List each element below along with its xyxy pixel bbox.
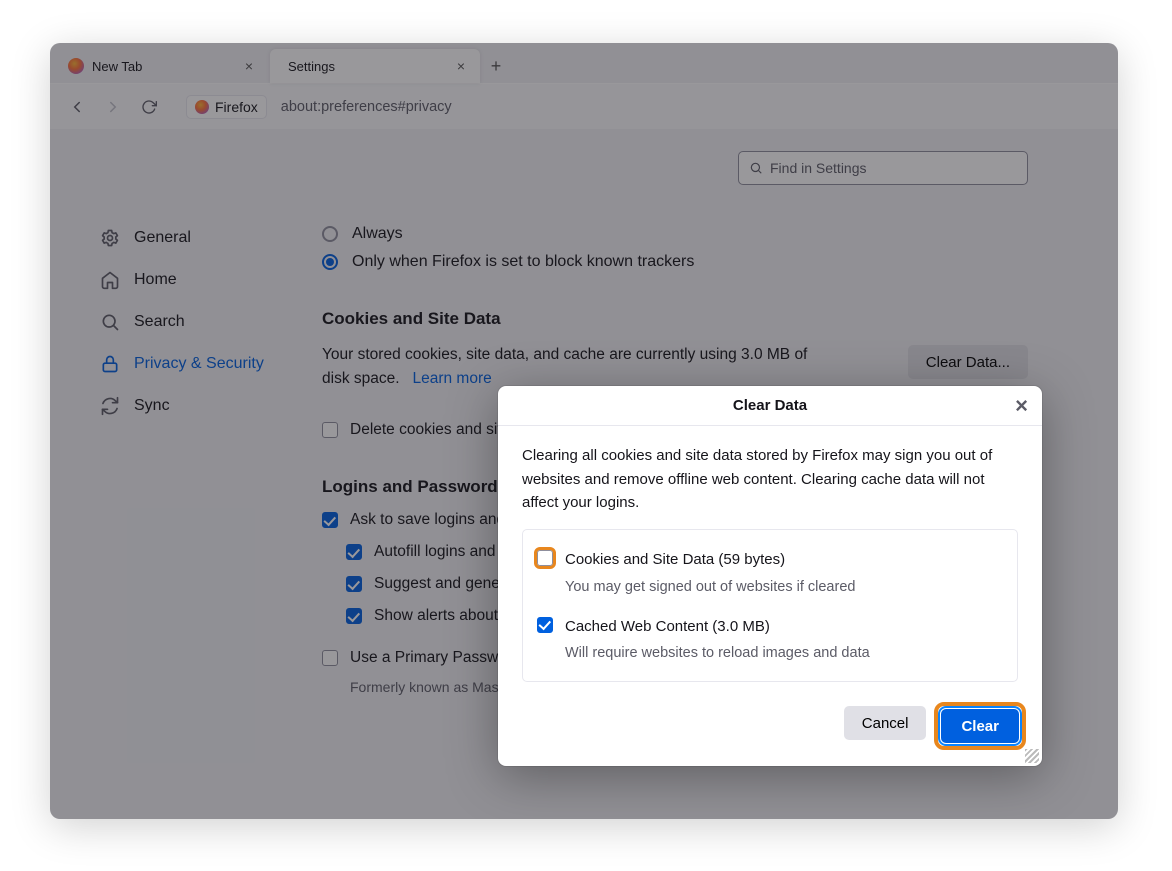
checkbox-icon[interactable] (537, 550, 553, 566)
dialog-description: Clearing all cookies and site data store… (522, 444, 1018, 515)
option-cache[interactable]: Cached Web Content (3.0 MB) Will require… (537, 615, 1003, 666)
close-icon[interactable]: × (1015, 395, 1028, 417)
clear-data-dialog: Clear Data × Clearing all cookies and si… (498, 386, 1042, 766)
checkbox-icon[interactable] (537, 617, 553, 633)
clear-button[interactable]: Clear (941, 709, 1019, 743)
option-sub: You may get signed out of websites if cl… (565, 576, 855, 599)
option-label: Cookies and Site Data (59 bytes) (565, 548, 855, 572)
clear-highlight: Clear (938, 706, 1022, 746)
option-sub: Will require websites to reload images a… (565, 642, 870, 665)
dialog-title-bar: Clear Data × (498, 386, 1042, 426)
browser-window: New Tab × Settings × + Firefox (50, 43, 1118, 819)
dialog-title: Clear Data (733, 397, 807, 414)
cancel-button[interactable]: Cancel (844, 706, 927, 740)
option-cookies[interactable]: Cookies and Site Data (59 bytes) You may… (537, 548, 1003, 599)
resize-grip[interactable] (1025, 749, 1039, 763)
option-label: Cached Web Content (3.0 MB) (565, 615, 870, 639)
options-box: Cookies and Site Data (59 bytes) You may… (522, 529, 1018, 682)
